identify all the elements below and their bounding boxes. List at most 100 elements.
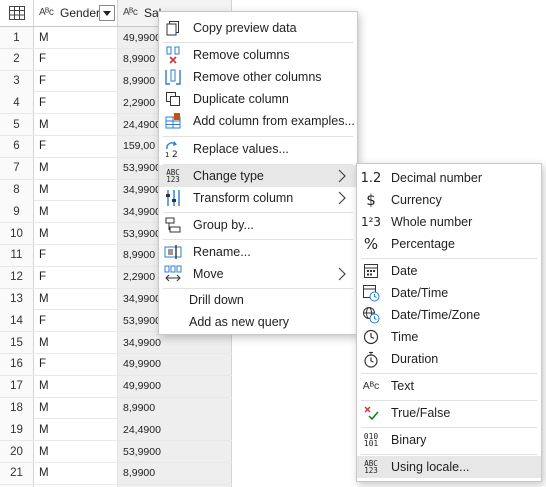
group-by-icon — [163, 216, 183, 234]
gender-cell[interactable]: F — [34, 48, 118, 70]
menu-item-group-by[interactable]: Group by... — [159, 214, 357, 236]
menu-item-label: Transform column — [193, 191, 294, 205]
row-number[interactable]: 1 — [0, 27, 34, 48]
menu-item-copy-preview-data[interactable]: Copy preview data — [159, 17, 357, 39]
sales-cell[interactable]: 8,9900 — [118, 462, 232, 484]
menu-separator — [163, 239, 353, 240]
gender-cell[interactable]: F — [34, 353, 118, 375]
gender-cell[interactable]: F — [34, 266, 118, 288]
row-number[interactable]: 19 — [0, 419, 34, 441]
menu-item-move[interactable]: Move — [159, 263, 357, 285]
menu-item-label: Remove other columns — [193, 70, 322, 84]
type-option-percentage[interactable]: % Percentage — [357, 233, 541, 255]
row-number[interactable]: 13 — [0, 288, 34, 310]
sales-cell[interactable]: 34,9900 — [118, 332, 232, 354]
type-option-true-false[interactable]: True/False — [357, 402, 541, 424]
sales-cell[interactable]: 49,9900 — [118, 375, 232, 397]
table-row: 19 M 24,4900 — [0, 419, 232, 442]
type-option-whole-number[interactable]: 1²3 Whole number — [357, 211, 541, 233]
gender-cell[interactable]: M — [34, 397, 118, 419]
menu-item-replace-values[interactable]: 21 Replace values... — [159, 138, 357, 160]
svg-text:2: 2 — [172, 150, 178, 158]
row-number[interactable]: 2 — [0, 48, 34, 70]
gender-cell[interactable]: M — [34, 288, 118, 310]
menu-item-label: True/False — [391, 406, 451, 420]
filter-dropdown-button[interactable] — [99, 5, 115, 21]
gender-cell[interactable]: F — [34, 70, 118, 92]
chevron-right-icon — [338, 191, 346, 205]
row-number[interactable]: 3 — [0, 70, 34, 92]
gender-cell[interactable]: F — [34, 135, 118, 157]
type-option-using-locale[interactable]: ABC 123 Using locale... — [357, 456, 541, 478]
gender-cell[interactable]: M — [34, 375, 118, 397]
remove-other-columns-icon — [163, 68, 183, 86]
type-option-text[interactable]: Aᴮᴄ Text — [357, 375, 541, 397]
row-number[interactable]: 21 — [0, 462, 34, 484]
type-option-date[interactable]: Date — [357, 260, 541, 282]
gender-cell[interactable]: F — [34, 244, 118, 266]
currency-icon: $ — [366, 191, 376, 209]
table-row: 20 M 53,9900 — [0, 441, 232, 463]
text-type-icon[interactable]: Aᴮᴄ — [123, 8, 141, 18]
menu-item-add-as-new-query[interactable]: Add as new query — [159, 311, 357, 333]
menu-item-remove-columns[interactable]: Remove columns — [159, 44, 357, 66]
menu-item-rename[interactable]: Rename... — [159, 241, 357, 263]
row-number[interactable]: 17 — [0, 375, 34, 397]
gender-cell[interactable]: M — [34, 419, 118, 441]
sales-cell[interactable]: 8,9900 — [118, 397, 232, 419]
table-menu-icon[interactable] — [0, 0, 34, 26]
menu-item-label: Duration — [391, 352, 439, 366]
row-number[interactable]: 10 — [0, 223, 34, 245]
sales-cell[interactable]: 24,4900 — [118, 419, 232, 441]
menu-item-remove-other-columns[interactable]: Remove other columns — [159, 66, 357, 88]
column-header-gender[interactable]: Aᴮᴄ Gender — [34, 0, 118, 26]
sales-cell[interactable]: 49,9900 — [118, 353, 232, 375]
sales-cell[interactable]: 53,9900 — [118, 441, 232, 463]
gender-cell[interactable]: F — [34, 92, 118, 114]
abc-123-glyph: ABC 123 — [166, 167, 180, 184]
type-option-binary[interactable]: 010 101 Binary — [357, 429, 541, 451]
row-number[interactable]: 15 — [0, 332, 34, 354]
menu-item-transform-column[interactable]: Transform column — [159, 187, 357, 209]
row-number[interactable]: 12 — [0, 266, 34, 288]
menu-item-add-column-from-examples[interactable]: Add column from examples... — [159, 110, 357, 132]
row-number[interactable]: 6 — [0, 135, 34, 157]
menu-item-label: Whole number — [391, 215, 473, 229]
row-number[interactable]: 16 — [0, 353, 34, 375]
change-type-icon: ABC 123 — [163, 167, 183, 185]
row-number[interactable]: 9 — [0, 201, 34, 223]
menu-item-label: Date — [391, 264, 418, 278]
gender-cell[interactable]: M — [34, 332, 118, 354]
menu-separator — [361, 258, 537, 259]
row-number[interactable]: 4 — [0, 92, 34, 114]
gender-cell[interactable]: F — [34, 310, 118, 332]
row-number[interactable]: 5 — [0, 114, 34, 136]
type-option-date-time[interactable]: Date/Time — [357, 282, 541, 304]
menu-item-drill-down[interactable]: Drill down — [159, 289, 357, 311]
gender-cell[interactable]: M — [34, 462, 118, 484]
row-number[interactable]: 7 — [0, 157, 34, 179]
type-option-currency[interactable]: $ Currency — [357, 189, 541, 211]
row-number[interactable]: 20 — [0, 441, 34, 463]
type-option-duration[interactable]: Duration — [357, 348, 541, 370]
type-option-decimal-number[interactable]: 1.2 Decimal number — [357, 167, 541, 189]
menu-item-label: Percentage — [391, 237, 455, 251]
locale-type-icon: ABC 123 — [364, 458, 378, 475]
menu-item-change-type[interactable]: ABC 123 Change type — [159, 165, 357, 187]
gender-cell[interactable]: M — [34, 157, 118, 179]
gender-cell[interactable]: M — [34, 114, 118, 136]
text-type-icon[interactable]: Aᴮᴄ — [39, 8, 57, 18]
type-option-date-time-zone[interactable]: Date/Time/Zone — [357, 304, 541, 326]
row-number[interactable]: 8 — [0, 179, 34, 201]
row-number[interactable]: 11 — [0, 244, 34, 266]
type-option-time[interactable]: Time — [357, 326, 541, 348]
row-number[interactable]: 14 — [0, 310, 34, 332]
gender-cell[interactable]: M — [34, 441, 118, 463]
gender-cell[interactable]: M — [34, 201, 118, 223]
gender-cell[interactable]: M — [34, 179, 118, 201]
gender-cell[interactable]: M — [34, 27, 118, 48]
row-number[interactable]: 18 — [0, 397, 34, 419]
menu-item-duplicate-column[interactable]: Duplicate column — [159, 88, 357, 110]
gender-cell[interactable]: M — [34, 223, 118, 245]
table-row: 16 F 49,9900 — [0, 353, 232, 376]
